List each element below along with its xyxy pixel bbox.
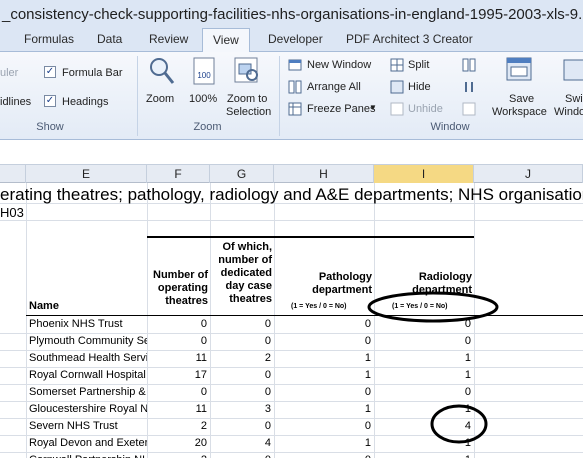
gridlines-label[interactable]: idlines [0, 96, 31, 108]
title-bar: _consistency-check-supporting-facilities… [0, 0, 583, 28]
arrange-all-button[interactable]: Arrange All [307, 81, 361, 93]
tab-formulas[interactable]: Formulas [24, 32, 74, 46]
headings-label: Headings [62, 96, 109, 108]
zoom-button-label[interactable]: Zoom [146, 93, 174, 105]
freeze-panes-icon[interactable] [288, 102, 302, 116]
column-header-h[interactable]: H [274, 165, 374, 183]
save-workspace-label-1[interactable]: Save [509, 93, 534, 105]
ruler-label[interactable]: uler [0, 67, 18, 79]
unhide-icon[interactable] [390, 102, 404, 116]
hide-button[interactable]: Hide [408, 81, 431, 93]
split-button[interactable]: Split [408, 59, 429, 71]
ribbon: uler ✓ Formula Bar idlines ✓ Headings Sh… [0, 52, 583, 140]
column-header-i[interactable]: I [374, 165, 474, 183]
reset-window-position-icon[interactable] [462, 102, 476, 116]
new-window-button[interactable]: New Window [307, 59, 371, 71]
tab-developer[interactable]: Developer [268, 32, 323, 46]
column-header-d[interactable] [0, 165, 26, 183]
switch-windows-label-2[interactable]: Windo [554, 106, 583, 118]
svg-text:100: 100 [197, 71, 211, 80]
formula-bar-checkbox[interactable]: ✓ [44, 66, 56, 78]
zoom-selection-label-1[interactable]: Zoom to [227, 93, 267, 105]
tab-pdf-architect[interactable]: PDF Architect 3 Creator [346, 32, 473, 46]
worksheet-grid[interactable]: erating theatres; pathology, radiology a… [0, 183, 583, 458]
synchronous-scrolling-icon[interactable] [462, 80, 476, 94]
column-header-f[interactable]: F [147, 165, 210, 183]
switch-windows-label-1[interactable]: Swi [565, 93, 583, 105]
ribbon-tabs: Formulas Data Review View Developer PDF … [0, 28, 583, 53]
arrange-all-icon[interactable] [288, 80, 302, 94]
group-separator [137, 56, 138, 136]
formula-bar-label: Formula Bar [62, 67, 123, 79]
save-workspace-icon[interactable] [505, 56, 533, 86]
hide-icon[interactable] [390, 80, 404, 94]
switch-windows-icon[interactable] [562, 56, 583, 86]
annotation-overlay [367, 291, 499, 444]
zoom-magnifier-icon[interactable] [148, 56, 176, 86]
zoom-selection-icon[interactable] [233, 56, 261, 86]
column-header-g[interactable]: G [210, 165, 274, 183]
annotation-ellipse-radiology-header [367, 291, 499, 323]
chevron-down-icon[interactable]: ▼ [369, 103, 377, 112]
annotation-ellipse-severn-value [430, 404, 488, 444]
group-label-show: Show [36, 121, 64, 133]
unhide-button[interactable]: Unhide [408, 103, 443, 115]
tab-data[interactable]: Data [97, 32, 122, 46]
column-header-e[interactable]: E [26, 165, 147, 183]
freeze-panes-button[interactable]: Freeze Panes [307, 103, 375, 115]
new-window-icon[interactable] [288, 58, 302, 72]
split-icon[interactable] [390, 58, 404, 72]
group-label-zoom: Zoom [193, 121, 222, 133]
window-title: _consistency-check-supporting-facilities… [2, 6, 583, 23]
column-header-j[interactable]: J [474, 165, 583, 183]
zoom-selection-label-2[interactable]: Selection [226, 106, 271, 118]
view-side-by-side-icon[interactable] [462, 58, 476, 72]
headings-checkbox[interactable]: ✓ [44, 95, 56, 107]
group-label-window: Window [430, 121, 470, 133]
zoom-100-label[interactable]: 100% [189, 93, 217, 105]
column-headers: E F G H I J [0, 164, 583, 183]
zoom-100-icon[interactable]: 100 [190, 56, 218, 86]
save-workspace-label-2[interactable]: Workspace [492, 106, 547, 118]
group-separator [279, 56, 280, 136]
tab-view[interactable]: View [202, 28, 250, 53]
tab-review[interactable]: Review [149, 32, 188, 46]
